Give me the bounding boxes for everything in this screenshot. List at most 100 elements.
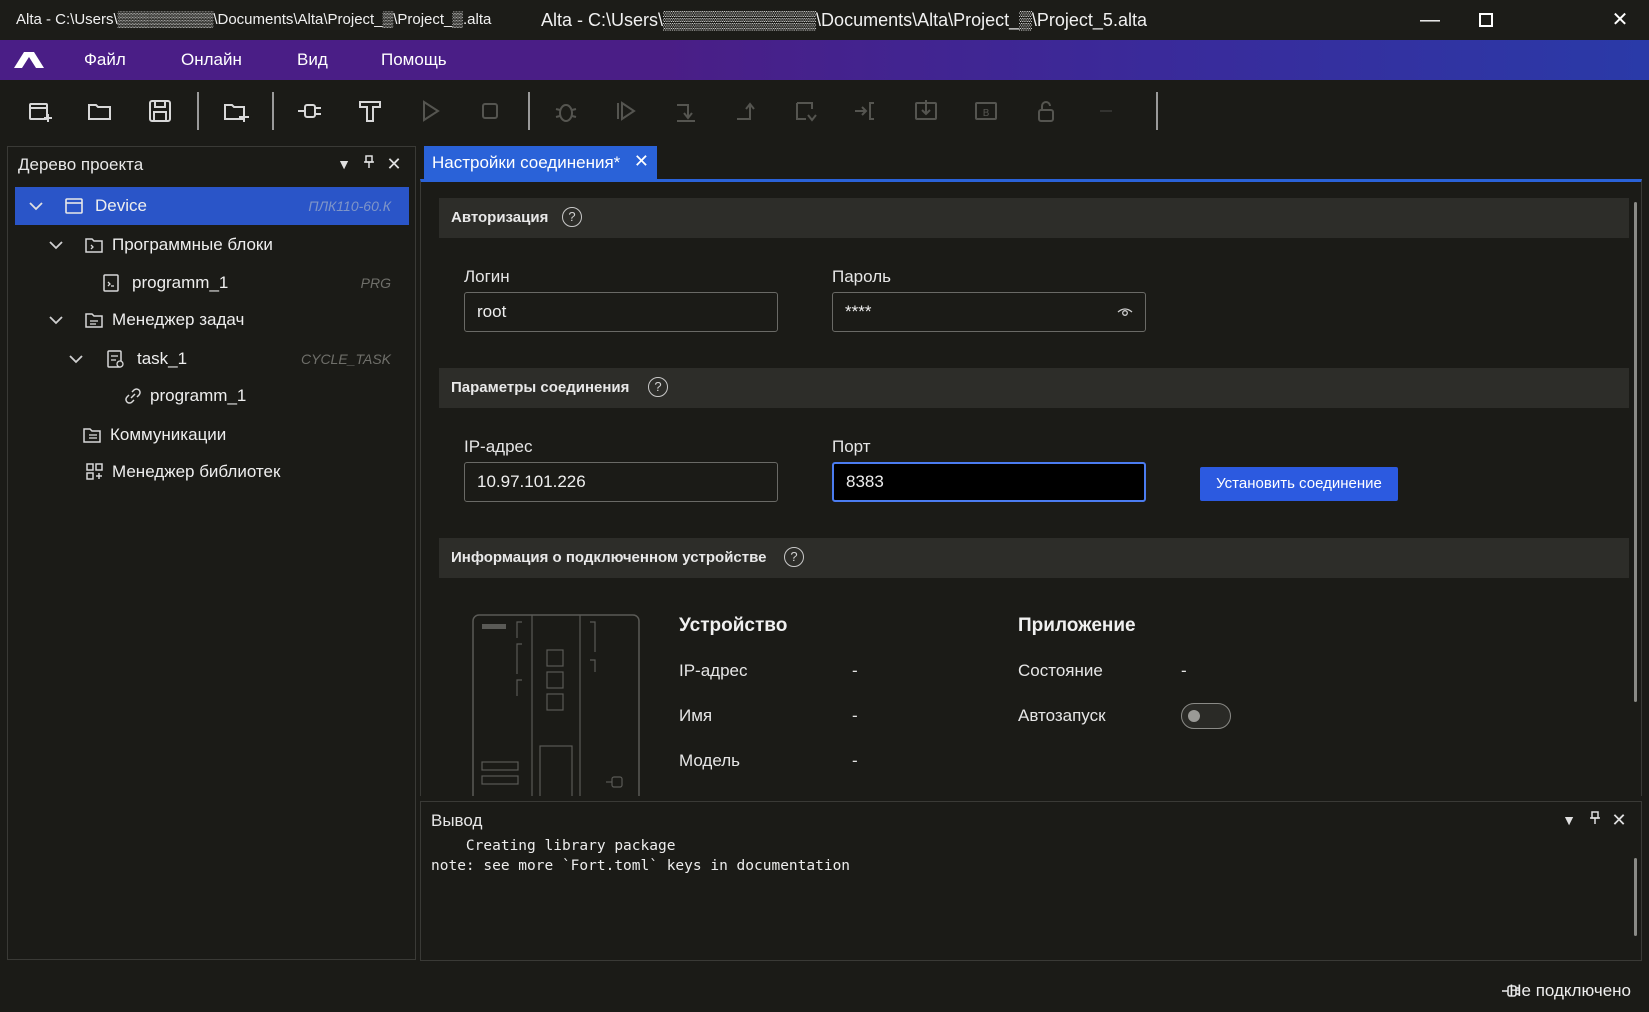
tree-item-communications[interactable]: Коммуникации [15,416,409,454]
app-state-value: - [1181,661,1187,680]
tree-item-label: task_1 [137,349,188,368]
chevron-down-icon[interactable] [47,311,65,329]
folder-network-icon [83,428,101,443]
save-icon[interactable] [146,97,174,125]
extra-icon[interactable] [1092,97,1120,125]
alta-logo-icon [14,52,44,68]
dropdown-icon[interactable]: ▼ [335,155,353,173]
link-icon [125,388,141,404]
plc-device-illustration [472,614,640,796]
connect-plug-icon[interactable] [296,97,324,125]
help-icon[interactable]: ? [784,547,804,567]
chevron-down-icon[interactable] [67,350,85,368]
chevron-down-icon[interactable] [27,197,45,215]
menu-file[interactable]: Файл [84,50,126,70]
open-folder-icon[interactable] [86,97,114,125]
step-out-icon[interactable] [732,97,760,125]
folder-tasks-icon [85,313,103,328]
section-device-info-header: Информация о подключенном устройстве ? [439,538,1629,578]
tree-item-task-1[interactable]: task_1 CYCLE_TASK [15,340,409,378]
toggle-knob [1188,710,1200,722]
section-connection-header: Параметры соединения ? [439,368,1629,408]
tree-item-task-manager[interactable]: Менеджер задач [15,301,409,339]
login-field[interactable]: root [464,292,778,332]
app-state-key: Состояние [1018,661,1103,680]
window-title: Alta - C:\Users\▒▒▒▒▒▒▒▒▒▒▒▒\Documents\A… [541,10,1147,30]
debug-icon[interactable] [552,97,580,125]
pin-icon[interactable] [1586,811,1604,829]
step-over-icon[interactable] [672,97,700,125]
stop-icon[interactable] [476,97,504,125]
output-title: Вывод [431,811,483,830]
tab-connection-settings[interactable]: Настройки соединения* ✕ [424,146,657,179]
port-field[interactable]: 8383 [832,462,1146,502]
maximize-button[interactable] [1466,6,1506,34]
task-icon [107,350,124,368]
password-value: **** [845,302,872,321]
tree-item-label: Менеджер задач [112,310,245,329]
chevron-down-icon[interactable] [47,236,65,254]
pin-icon[interactable] [360,155,378,173]
tree-item-type: PRG [360,275,391,291]
tree-item-library-manager[interactable]: Менеджер библиотек [15,453,409,491]
connect-button[interactable]: Установить соединение [1200,467,1398,501]
tree-item-programm-1[interactable]: programm_1 PRG [15,264,409,302]
toolbar-separator [1156,92,1158,130]
project-tree-panel: Дерево проекта ▼ ✕ Device ПЛК110-60.К Пр… [7,146,416,960]
help-icon[interactable]: ? [648,377,668,397]
device-name-value: - [852,706,858,725]
device-column-title: Устройство [679,615,788,636]
library-grid-icon [86,463,103,480]
close-icon[interactable]: ✕ [1610,811,1628,829]
upload-icon[interactable]: B [972,97,1000,125]
menu-help[interactable]: Помощь [381,50,447,70]
help-icon[interactable]: ? [562,207,582,227]
close-tab-icon[interactable]: ✕ [634,151,649,172]
close-icon[interactable]: ✕ [385,155,403,173]
toolbar-separator [272,92,274,130]
menu-online[interactable]: Онлайн [181,50,242,70]
minimize-button[interactable]: — [1410,6,1450,34]
tree-item-program-blocks[interactable]: Программные блоки [15,226,409,264]
ip-address-field[interactable]: 10.97.101.226 [464,462,778,502]
add-device-icon[interactable] [222,97,250,125]
program-file-icon [103,274,119,292]
tree-item-programm-1-link[interactable]: programm_1 [15,377,409,415]
tree-item-label: Программные блоки [112,235,273,254]
run-icon[interactable] [416,97,444,125]
app-column-title: Приложение [1018,615,1136,636]
dropdown-icon[interactable]: ▼ [1560,811,1578,829]
title-bar: Alta - C:\Users\▒▒▒▒▒▒▒▒▒\Documents\Alta… [0,0,1649,40]
output-scrollbar[interactable] [1634,858,1637,936]
build-icon[interactable] [356,97,384,125]
connection-status: Не подключено [1509,981,1631,1000]
login-label: Логин [464,267,510,286]
password-field[interactable]: **** [832,292,1146,332]
connection-settings-content: Авторизация ? Логин root Пароль **** Пар… [420,179,1642,796]
autostart-toggle[interactable] [1181,703,1231,729]
tree-item-device[interactable]: Device ПЛК110-60.К [15,187,409,225]
content-scrollbar[interactable] [1634,202,1637,702]
close-window-button[interactable]: ✕ [1600,6,1640,34]
menu-view[interactable]: Вид [297,50,328,70]
autostart-key: Автозапуск [1018,706,1106,725]
tree-item-type: CYCLE_TASK [301,351,391,367]
step-run-icon[interactable] [612,97,640,125]
status-bar: Не подключено [0,972,1649,1012]
menu-bar: Файл Онлайн Вид Помощь [0,40,1649,80]
section-connection-title: Параметры соединения [451,379,630,396]
toolbar: B [0,80,1649,140]
tab-label: Настройки соединения* [432,153,621,172]
folder-code-icon [85,238,103,253]
section-device-info-title: Информация о подключенном устройстве [451,549,767,566]
svg-text:B: B [983,108,990,119]
goto-icon[interactable] [852,97,880,125]
download-icon[interactable] [912,97,940,125]
output-panel: Вывод ▼ ✕ Creating library package note:… [420,801,1642,961]
step-into-icon[interactable] [792,97,820,125]
ip-label: IP-адрес [464,437,533,456]
new-project-icon[interactable] [26,97,54,125]
tree-item-label: programm_1 [132,273,229,292]
lock-icon[interactable] [1032,97,1060,125]
eye-icon[interactable] [1117,304,1133,320]
